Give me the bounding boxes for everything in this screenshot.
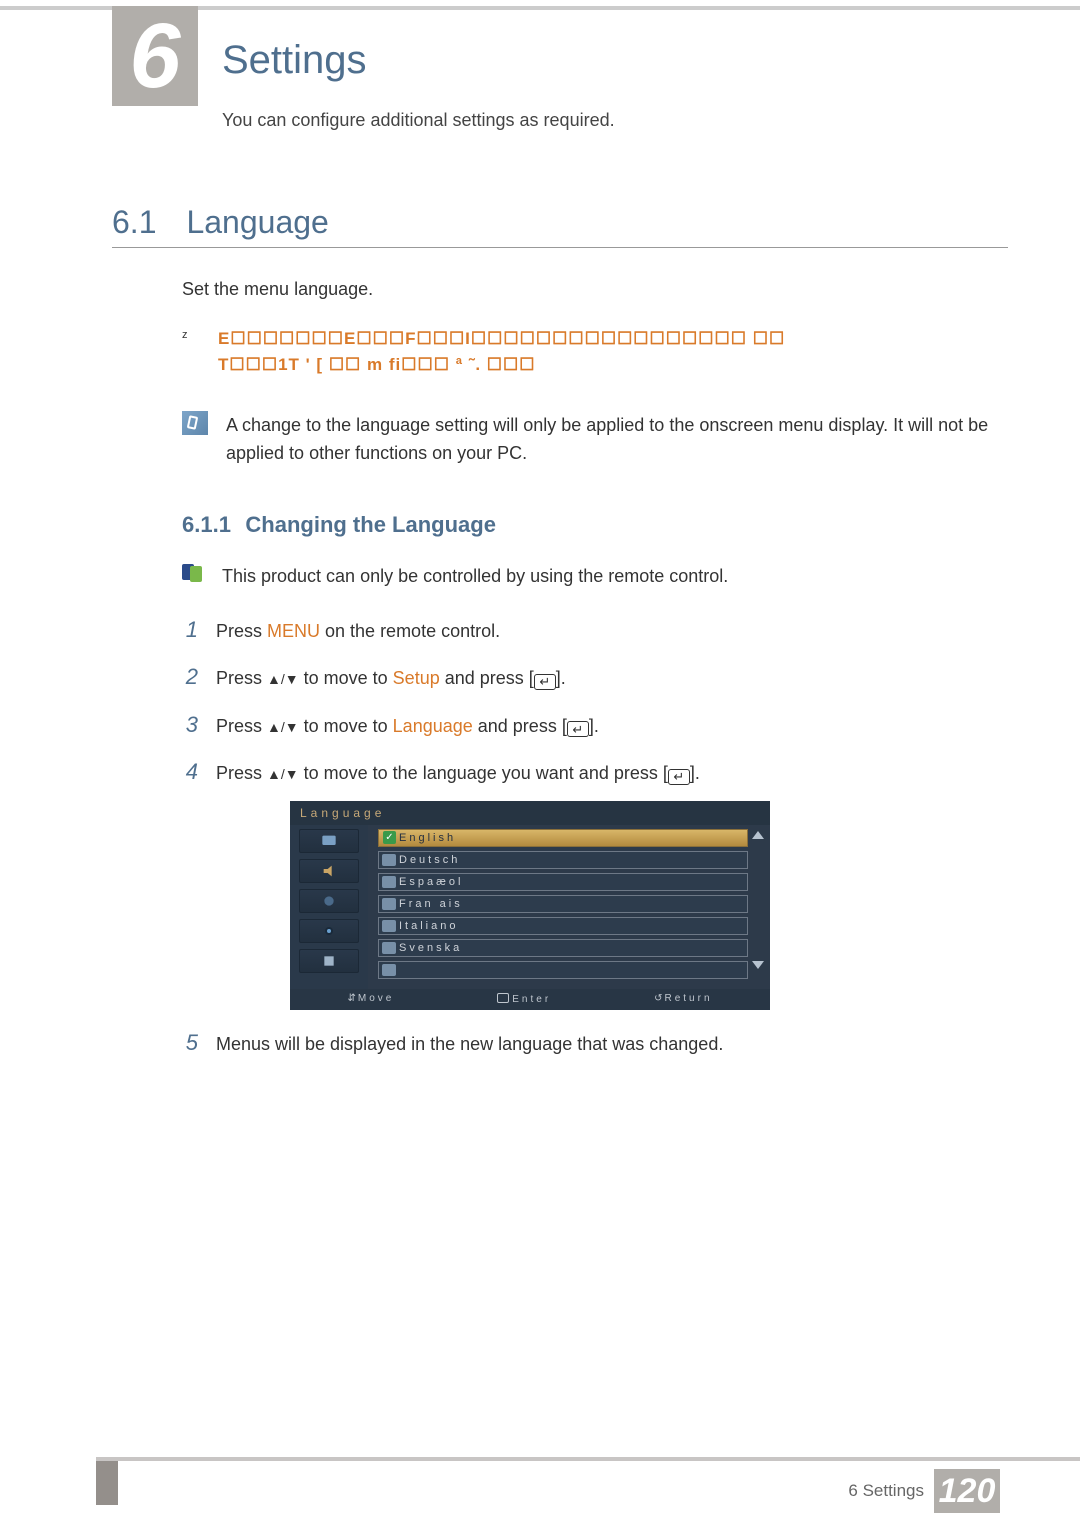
callout-line1: E☐☐☐☐☐☐☐E☐☐☐F☐☐☐I☐☐☐☐☐☐☐☐☐☐☐☐☐☐☐☐☐ ☐☐	[218, 326, 785, 352]
subsection-number: 6.1.1	[182, 512, 231, 537]
step-number: 3	[182, 706, 198, 743]
note-icon	[182, 411, 208, 435]
menu-keyword: MENU	[267, 621, 320, 641]
osd-side-icon-sound	[299, 859, 359, 883]
osd-side-icon-info	[299, 949, 359, 973]
step-2: 2 Press ▲/▼ to move to Setup and press […	[182, 658, 1008, 695]
osd-item[interactable]: Italiano	[378, 917, 748, 935]
step-4: 4 Press ▲/▼ to move to the language you …	[182, 753, 1008, 790]
callout-text: E☐☐☐☐☐☐☐E☐☐☐F☐☐☐I☐☐☐☐☐☐☐☐☐☐☐☐☐☐☐☐☐ ☐☐ T☐…	[218, 326, 785, 379]
osd-item-label: Deutsch	[399, 854, 460, 866]
section-number: 6.1	[112, 204, 182, 241]
setup-keyword: Setup	[393, 668, 440, 688]
osd-item[interactable]: Svenska	[378, 939, 748, 957]
chapter-number-badge: 6	[112, 6, 198, 106]
subsection-title: Changing the Language	[245, 512, 496, 537]
chapter-title: Settings	[222, 38, 367, 83]
osd-side-icon-multi	[299, 919, 359, 943]
osd-item-chip	[382, 942, 396, 954]
osd-sidebar	[290, 825, 368, 989]
callout-bullet: z	[182, 326, 196, 341]
step-number: 2	[182, 658, 198, 695]
osd-item-chip	[382, 898, 396, 910]
osd-body: ✓English Deutsch Espaæol Fran ais Italia…	[290, 825, 770, 989]
content-area: 6.1 Language Set the menu language. z E☐…	[112, 204, 1008, 1071]
step-text: Press ▲/▼ to move to Setup and press [].	[216, 663, 566, 694]
osd-menu: Language ✓English Deutsch Espaæol Fran a…	[290, 801, 770, 1010]
osd-side-icon-picture	[299, 829, 359, 853]
step-3: 3 Press ▲/▼ to move to Language and pres…	[182, 706, 1008, 743]
osd-footer-move: Move	[347, 993, 394, 1004]
section-title: Language	[186, 204, 328, 240]
enter-icon	[567, 721, 589, 737]
osd-item-label: Espaæol	[399, 876, 463, 888]
callout-line2: T☐☐☐1T ' [ ☐☐ m fi☐☐☐ ª ˜. ☐☐☐	[218, 352, 785, 378]
step-text: Press ▲/▼ to move to Language and press …	[216, 711, 599, 742]
enter-icon	[497, 993, 509, 1003]
step-text: Press MENU on the remote control.	[216, 616, 500, 647]
footer-chapter-label: 6 Settings	[848, 1481, 924, 1501]
callout-row: z E☐☐☐☐☐☐☐E☐☐☐F☐☐☐I☐☐☐☐☐☐☐☐☐☐☐☐☐☐☐☐☐ ☐☐ …	[182, 326, 1008, 379]
section-intro: Set the menu language.	[182, 276, 1008, 304]
step-text: Press ▲/▼ to move to the language you wa…	[216, 758, 700, 789]
note-text: A change to the language setting will on…	[226, 411, 1008, 469]
osd-footer-enter: Enter	[497, 992, 551, 1005]
chapter-subtitle: You can configure additional settings as…	[222, 110, 615, 131]
language-keyword: Language	[393, 716, 473, 736]
osd-item-label: Svenska	[399, 942, 462, 954]
section-heading: 6.1 Language	[112, 204, 1008, 248]
osd-item-chip	[382, 920, 396, 932]
osd-scroll-up-icon[interactable]	[752, 831, 764, 839]
updown-icon: ▲/▼	[267, 671, 299, 687]
osd-item-chip	[382, 854, 396, 866]
footer-rule	[96, 1457, 1080, 1461]
updown-icon: ▲/▼	[267, 766, 299, 782]
hint-row: This product can only be controlled by u…	[182, 562, 1008, 591]
enter-icon	[668, 769, 690, 785]
osd-item-label: English	[399, 832, 456, 844]
step-number: 4	[182, 753, 198, 790]
chapter-header: 6 Settings You can configure additional …	[0, 0, 1080, 140]
osd-item[interactable]: Deutsch	[378, 851, 748, 869]
osd-footer: Move Enter Return	[290, 989, 770, 1010]
footer-tab	[96, 1461, 118, 1505]
page-number-badge: 120	[934, 1469, 1000, 1513]
osd-main: ✓English Deutsch Espaæol Fran ais Italia…	[368, 825, 770, 989]
osd-item-blank	[378, 961, 748, 979]
subsection-heading: 6.1.1 Changing the Language	[182, 512, 1008, 538]
hint-icon	[182, 562, 208, 584]
enter-icon	[534, 674, 556, 690]
step-5: 5 Menus will be displayed in the new lan…	[182, 1024, 1008, 1061]
osd-item[interactable]: Espaæol	[378, 873, 748, 891]
steps-list: 1 Press MENU on the remote control. 2 Pr…	[182, 611, 1008, 1061]
page-footer: 6 Settings 120	[0, 1457, 1080, 1527]
osd-title: Language	[290, 801, 770, 825]
osd-item-selected[interactable]: ✓English	[378, 829, 748, 847]
osd-item-chip	[382, 964, 396, 976]
osd-footer-return: Return	[654, 993, 712, 1004]
osd-side-icon-setup	[299, 889, 359, 913]
check-icon: ✓	[383, 831, 396, 844]
chapter-number: 6	[129, 10, 180, 102]
step-number: 1	[182, 611, 198, 648]
osd-item-chip	[382, 876, 396, 888]
osd-item-label: Italiano	[399, 920, 458, 932]
note-row: A change to the language setting will on…	[182, 411, 1008, 469]
step-number: 5	[182, 1024, 198, 1061]
osd-item[interactable]: Fran ais	[378, 895, 748, 913]
step-1: 1 Press MENU on the remote control.	[182, 611, 1008, 648]
osd-scroll-down-icon[interactable]	[752, 961, 764, 969]
osd-item-label: Fran ais	[399, 898, 463, 910]
section-underline	[112, 247, 1008, 248]
updown-icon: ▲/▼	[267, 719, 299, 735]
step-text: Menus will be displayed in the new langu…	[216, 1029, 723, 1060]
hint-text: This product can only be controlled by u…	[222, 562, 728, 591]
